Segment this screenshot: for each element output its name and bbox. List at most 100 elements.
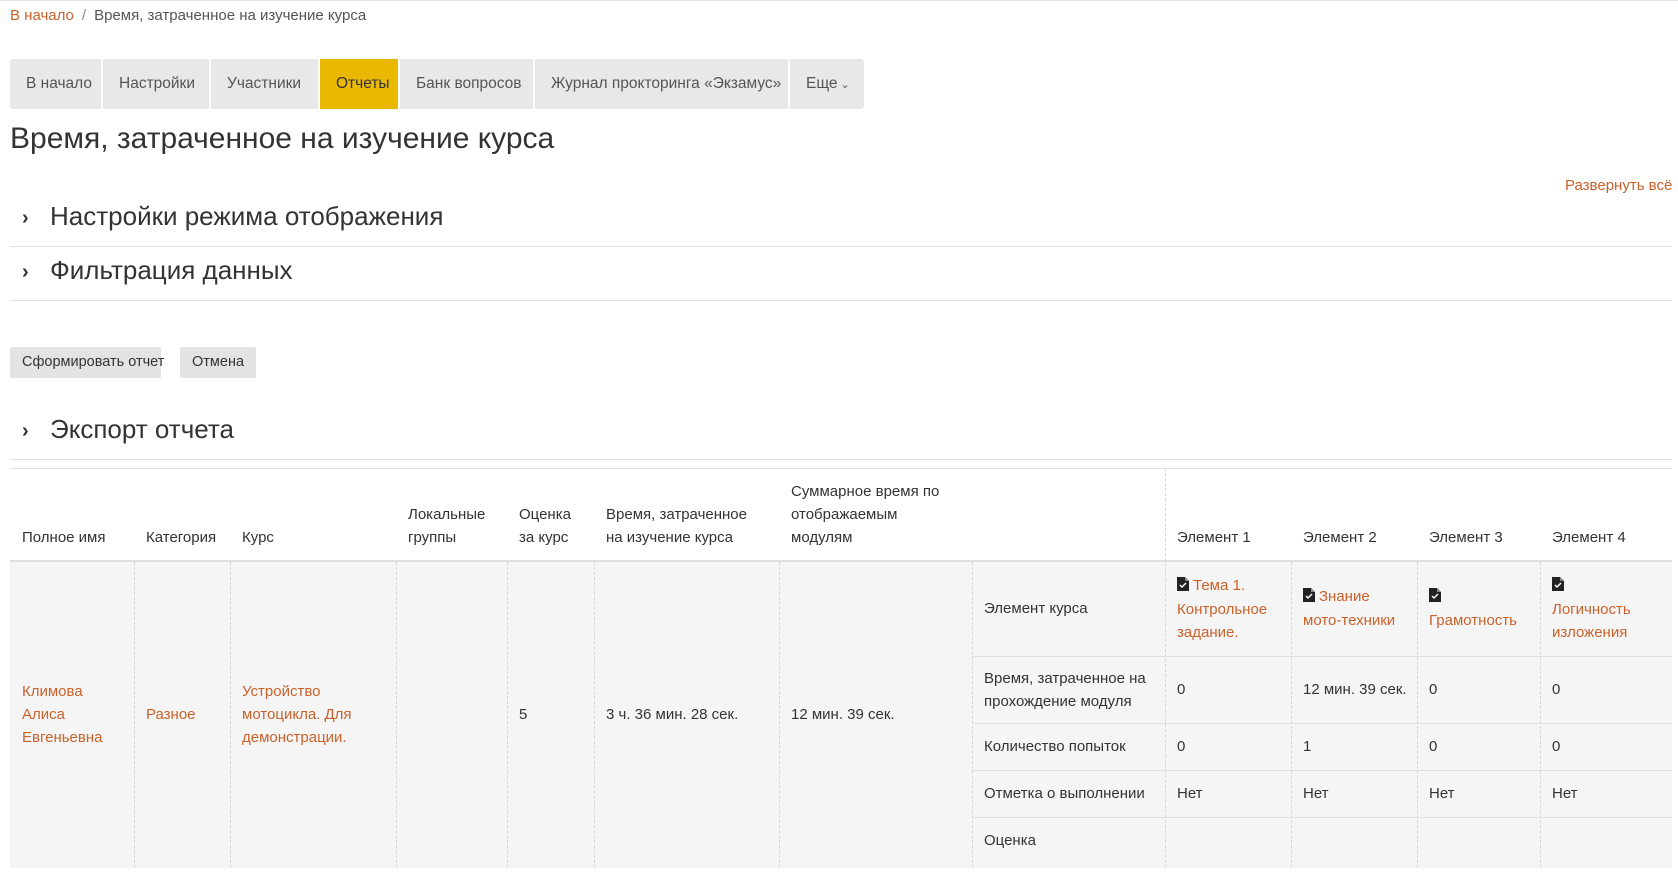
breadcrumb-current: Время, затраченное на изучение курса [94,7,367,24]
header-time-line: Время, затраченное [606,506,747,523]
section-export[interactable]: › Экспорт отчета [10,410,1672,460]
module-link-line: Грамотность [1429,612,1517,629]
module-link-4[interactable]: Логичность изложения [1552,574,1631,644]
course-time-value: 3 ч. 36 мин. 28 сек. [606,706,739,723]
section-display-settings[interactable]: › Настройки режима отображения [10,197,1672,247]
chevron-right-icon: › [22,420,29,442]
assignment-icon [1429,586,1441,609]
modules-total-time-value: 12 мин. 39 сек. [791,706,895,723]
module-link-line: задание. [1177,624,1239,641]
column-divider [1540,562,1541,868]
column-divider [1417,562,1418,868]
module-link-line: Контрольное [1177,601,1268,618]
module-link-line [1429,585,1517,609]
subrow-label-attempts: Количество попыток [984,738,1126,755]
module-completion-4: Нет [1552,785,1578,802]
subrow-divider [972,723,1672,724]
table-header-bottom-border [10,560,1672,562]
user-fullname-link[interactable]: Климова Алиса Евгеньевна [22,680,103,749]
column-divider [396,562,397,868]
column-divider [972,562,973,868]
course-nav-tabs: В начало Настройки Участники Отчеты Банк… [10,59,864,109]
module-title-text: Тема 1. [1193,577,1245,594]
section-title: Настройки режима отображения [50,201,444,231]
subrow-divider [972,770,1672,771]
subrow-divider [972,817,1672,818]
course-link[interactable]: Устройство мотоцикла. Для демонстрации. [242,680,352,749]
header-element-4: Элемент 4 [1552,529,1626,546]
section-title: Экспорт отчета [50,414,234,444]
header-element-1: Элемент 1 [1177,529,1251,546]
header-modules-total-time: Суммарное время по отображаемым модулям [791,480,939,549]
tab-more-label: Еще [806,75,838,92]
column-divider [1291,562,1292,868]
header-time-line: на изучение курса [606,529,733,546]
module-link-line: изложения [1552,624,1628,641]
module-link-line: Тема 1. [1177,574,1267,598]
assignment-icon [1303,586,1315,609]
course-line: демонстрации. [242,729,347,746]
cancel-button[interactable]: Отмена [180,347,256,378]
header-category[interactable]: Категория [146,526,216,549]
chevron-right-icon: › [22,207,29,229]
category-link[interactable]: Разное [146,703,196,726]
header-element-3: Элемент 3 [1429,529,1503,546]
tab-proctoring-log[interactable]: Журнал прокторинга «Экзамус» [535,59,790,109]
subrow-label-element: Элемент курса [984,600,1088,617]
column-divider [1165,468,1166,868]
module-link-2[interactable]: Знание мото-техники [1303,585,1395,632]
chevron-down-icon: ⌄ [840,79,850,91]
header-fullname[interactable]: Полное имя [22,526,106,549]
section-title: Фильтрация данных [50,255,293,285]
tab-reports[interactable]: Отчеты [320,59,400,109]
breadcrumb: В начало / Время, затраченное на изучение … [10,7,366,24]
module-link-1[interactable]: Тема 1. Контрольное задание. [1177,574,1267,644]
breadcrumb-home-link[interactable]: В начало [10,7,74,24]
report-table: Полное имя Категория Курс Локальные груп… [10,468,1672,868]
module-link-line: Логичность [1552,601,1631,618]
header-sum-line: отображаемым [791,506,898,523]
header-course-time: Время, затраченное на изучение курса [606,503,747,549]
module-completion-1: Нет [1177,785,1203,802]
header-grade-line: за курс [519,529,569,546]
module-time-3: 0 [1429,681,1438,698]
course-line: мотоцикла. Для [242,706,352,723]
subrow-label-module-time: Время, затраченное на прохождение модуля [984,667,1146,713]
subrow-divider [972,656,1672,657]
module-link-3[interactable]: Грамотность [1429,585,1517,632]
user-fullname-line: Алиса [22,706,65,723]
subrow-label-grade: Оценка [984,832,1036,849]
section-data-filter[interactable]: › Фильтрация данных [10,251,1672,301]
course-grade-value: 5 [519,706,528,723]
tab-home[interactable]: В начало [10,59,103,109]
chevron-right-icon: › [22,261,29,283]
breadcrumb-separator: / [81,7,87,24]
module-title-text: Знание [1319,588,1370,605]
run-report-button[interactable]: Сформировать отчет [10,347,164,378]
module-completion-3: Нет [1429,785,1455,802]
user-fullname-line: Евгеньевна [22,729,103,746]
module-link-line: мото-техники [1303,612,1396,629]
header-sum-line: Суммарное время по [791,483,940,500]
header-groups-line: Локальные [408,506,486,523]
header-course[interactable]: Курс [242,526,274,549]
tab-participants[interactable]: Участники [211,59,320,109]
column-divider [594,562,595,868]
module-attempts-2: 1 [1303,738,1312,755]
module-attempts-1: 0 [1177,738,1186,755]
header-groups-line: группы [408,529,457,546]
module-attempts-3: 0 [1429,738,1438,755]
course-line: Устройство [242,683,321,700]
header-course-grade: Оценка за курс [519,503,571,549]
module-time-2: 12 мин. 39 сек. [1303,681,1407,698]
top-border [0,0,1678,1]
subrow-label-line: Время, затраченное на [984,670,1146,687]
expand-all-link[interactable]: Развернуть всё [1565,177,1672,194]
tab-more[interactable]: Еще ⌄ [790,59,864,109]
user-fullname-line: Климова [22,683,83,700]
subrow-label-line: прохождение модуля [984,693,1132,710]
module-link-line: Знание [1303,585,1395,609]
tab-settings[interactable]: Настройки [103,59,211,109]
header-sum-line: модулям [791,529,853,546]
tab-question-bank[interactable]: Банк вопросов [400,59,535,109]
